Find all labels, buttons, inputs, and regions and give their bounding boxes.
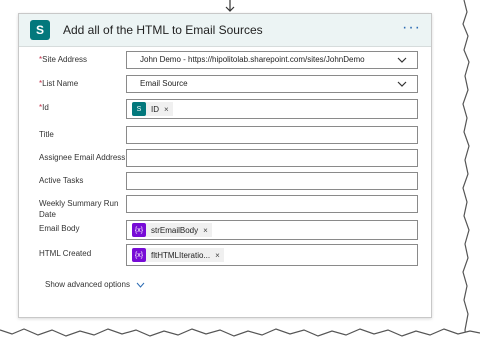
field-label: HTML Created	[39, 249, 92, 258]
weekly-summary-date-input[interactable]	[126, 195, 418, 213]
site-address-value: John Demo - https://hipolitolab.sharepoi…	[140, 55, 365, 64]
site-address-dropdown[interactable]: John Demo - https://hipolitolab.sharepoi…	[126, 51, 418, 69]
field-row-weekly-summary: Weekly Summary Run Date	[19, 195, 431, 219]
email-body-field[interactable]: {x} strEmailBody ×	[126, 220, 418, 240]
more-options-button[interactable]: ···	[402, 20, 421, 36]
field-row-id: *Id S ID ×	[19, 99, 431, 119]
chevron-down-icon[interactable]	[397, 80, 407, 88]
field-label: *List Name	[39, 79, 79, 88]
token-label: strEmailBody	[151, 225, 199, 235]
action-card: S Add all of the HTML to Email Sources ·…	[18, 13, 432, 318]
torn-edge-bottom	[0, 328, 480, 347]
remove-token-icon[interactable]: ×	[164, 105, 169, 114]
field-row-active-tasks: Active Tasks	[19, 172, 431, 190]
torn-edge-right	[462, 0, 480, 347]
field-label: Email Body	[39, 224, 80, 233]
assignee-email-input[interactable]	[126, 149, 418, 167]
field-label: Weekly Summary Run Date	[39, 199, 119, 219]
action-header[interactable]: S Add all of the HTML to Email Sources ·…	[19, 14, 431, 47]
chevron-down-icon[interactable]	[397, 56, 407, 64]
show-advanced-options-link[interactable]: Show advanced options	[45, 280, 145, 289]
title-input[interactable]	[126, 126, 418, 144]
sharepoint-token-icon: S	[132, 102, 146, 116]
field-row-assignee-email: Assignee Email Address	[19, 149, 431, 167]
email-body-token[interactable]: {x} strEmailBody ×	[132, 223, 212, 237]
show-advanced-label: Show advanced options	[45, 280, 130, 289]
remove-token-icon[interactable]: ×	[215, 251, 220, 260]
field-label: Title	[39, 130, 54, 139]
field-row-list-name: *List Name Email Source	[19, 75, 431, 93]
field-row-site-address: *Site Address John Demo - https://hipoli…	[19, 51, 431, 69]
canvas: S Add all of the HTML to Email Sources ·…	[0, 0, 480, 347]
action-title[interactable]: Add all of the HTML to Email Sources	[63, 23, 263, 37]
field-label: Active Tasks	[39, 176, 84, 185]
html-created-token[interactable]: {x} fltHTMLIteratio... ×	[132, 248, 224, 262]
variable-icon: {x}	[132, 223, 146, 237]
html-created-field[interactable]: {x} fltHTMLIteratio... ×	[126, 244, 418, 266]
field-row-title: Title	[19, 126, 431, 144]
field-label: Assignee Email Address	[39, 153, 126, 162]
sharepoint-logo-icon: S	[30, 20, 50, 40]
list-name-value: Email Source	[140, 79, 188, 88]
field-label: *Site Address	[39, 55, 88, 64]
active-tasks-input[interactable]	[126, 172, 418, 190]
field-row-email-body: Email Body {x} strEmailBody ×	[19, 220, 431, 240]
flow-connector-arrow-icon	[225, 0, 235, 12]
list-name-dropdown[interactable]: Email Source	[126, 75, 418, 93]
token-label: fltHTMLIteratio...	[151, 250, 211, 260]
variable-icon: {x}	[132, 248, 146, 262]
chevron-down-icon	[136, 282, 145, 288]
field-label: *Id	[39, 103, 49, 112]
remove-token-icon[interactable]: ×	[203, 226, 208, 235]
id-field[interactable]: S ID ×	[126, 99, 418, 119]
id-token[interactable]: S ID ×	[132, 102, 173, 116]
token-label: ID	[151, 104, 159, 114]
field-row-html-created: HTML Created {x} fltHTMLIteratio... ×	[19, 244, 431, 266]
